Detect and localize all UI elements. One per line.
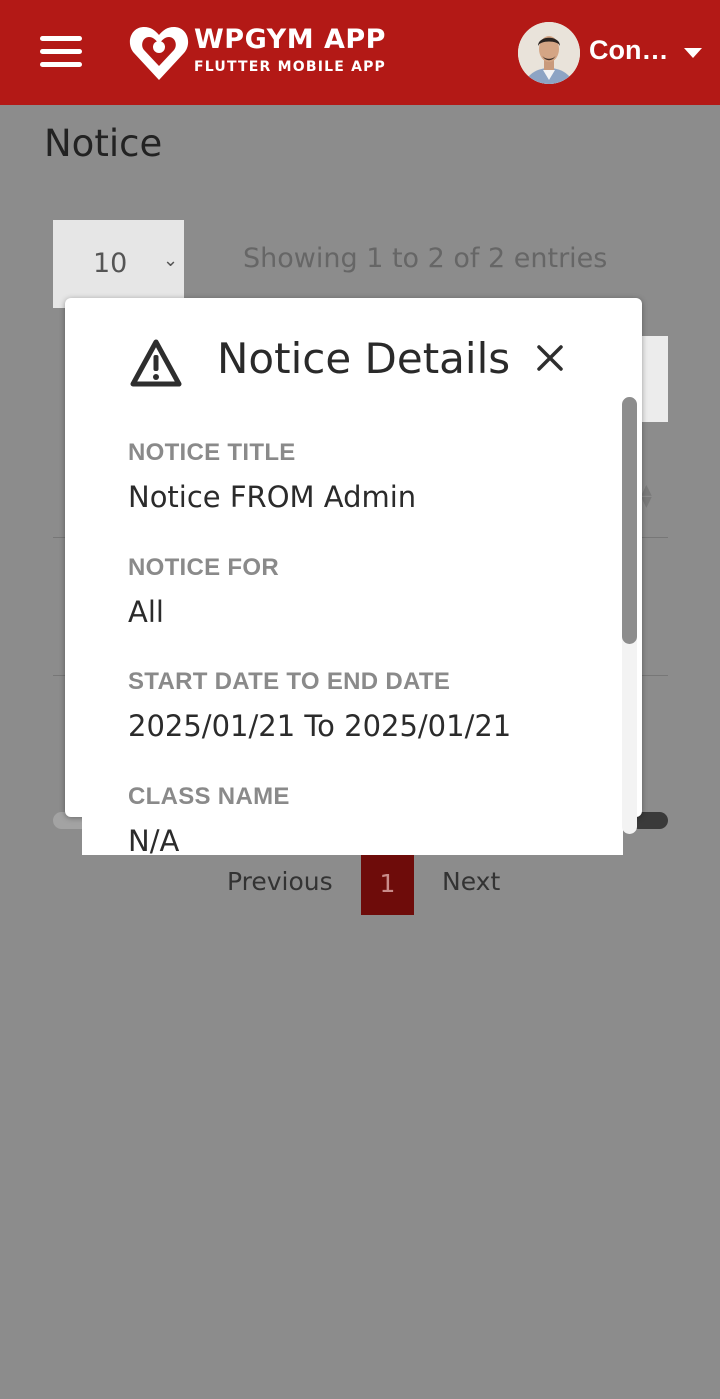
app-name: WPGYM APP	[194, 24, 386, 55]
chevron-down-icon[interactable]	[684, 48, 702, 58]
date-range-value: 2025/01/21 To 2025/01/21	[128, 709, 512, 743]
menu-icon[interactable]	[38, 34, 86, 70]
logo-heart-icon	[129, 26, 189, 80]
entries-per-page-select[interactable]: 10 ⌄	[53, 220, 184, 308]
app-header: WPGYM APP FLUTTER MOBILE APP Con…	[0, 0, 720, 105]
class-name-value-clip: N/A	[128, 828, 228, 855]
user-name[interactable]: Con…	[589, 35, 668, 66]
dialog-title: Notice Details	[217, 334, 511, 383]
date-range-label: START DATE TO END DATE	[128, 668, 451, 695]
notice-for-label: NOTICE FOR	[128, 554, 279, 581]
user-photo	[518, 22, 580, 84]
dialog-scrollbar-thumb[interactable]	[622, 397, 637, 644]
table-search-fragment	[640, 336, 668, 422]
page-number-button[interactable]: 1	[361, 855, 414, 915]
warning-icon	[130, 339, 182, 387]
class-name-value: N/A	[128, 828, 180, 855]
app-logo: WPGYM APP FLUTTER MOBILE APP	[128, 22, 398, 84]
notice-for-value: All	[128, 595, 164, 629]
avatar[interactable]	[518, 22, 580, 84]
next-page-button[interactable]: Next	[442, 867, 500, 896]
app-subtitle: FLUTTER MOBILE APP	[194, 59, 387, 75]
chevron-down-icon: ⌄	[163, 250, 179, 271]
sort-icon[interactable]: ▲ ▼	[641, 483, 652, 509]
close-icon[interactable]	[535, 343, 565, 373]
class-name-label: CLASS NAME	[128, 783, 290, 810]
notice-title-label: NOTICE TITLE	[128, 439, 296, 466]
entries-per-page-value: 10	[93, 248, 128, 279]
notice-title-value: Notice FROM Admin	[128, 480, 417, 514]
page-title: Notice	[44, 122, 163, 165]
entries-info: Showing 1 to 2 of 2 entries	[243, 243, 608, 274]
previous-page-button[interactable]: Previous	[227, 867, 333, 896]
